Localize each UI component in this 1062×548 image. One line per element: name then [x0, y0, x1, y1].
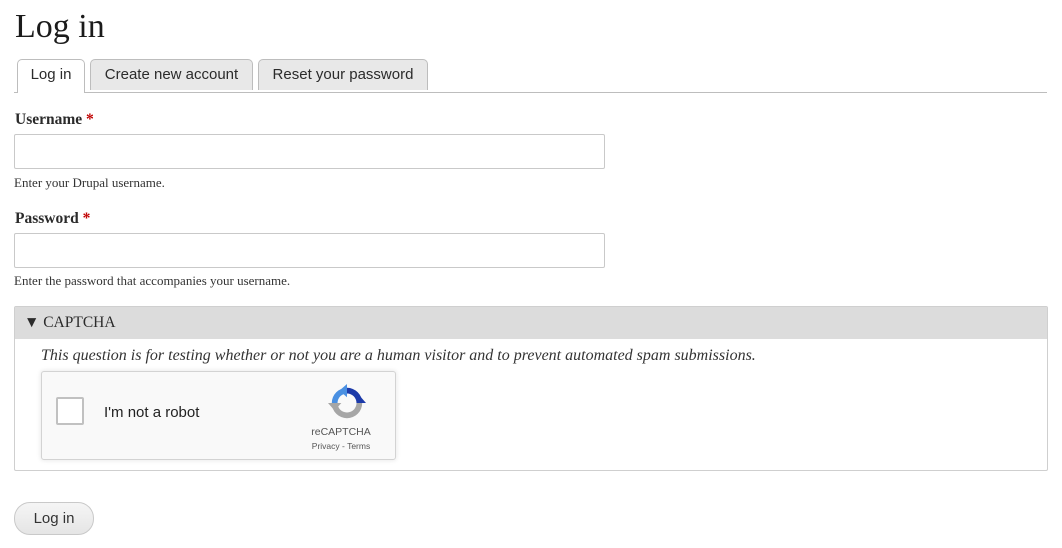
- password-required-marker: *: [82, 210, 91, 227]
- username-input[interactable]: [14, 134, 605, 169]
- tab-create-new-account[interactable]: Create new account: [90, 59, 253, 90]
- page-title: Log in: [15, 8, 105, 45]
- password-input[interactable]: [14, 233, 605, 268]
- captcha-description: This question is for testing whether or …: [41, 347, 756, 364]
- recaptcha-links-separator: -: [339, 441, 348, 451]
- captcha-toggle[interactable]: ▼ CAPTCHA: [15, 307, 1047, 339]
- recaptcha-widget: I'm not a robot reCAPTCHA Privacy - Term…: [41, 371, 396, 460]
- username-label: Username *: [15, 111, 94, 129]
- log-in-button[interactable]: Log in: [14, 502, 94, 535]
- username-help: Enter your Drupal username.: [14, 175, 165, 190]
- recaptcha-privacy-link[interactable]: Privacy: [312, 441, 340, 451]
- password-label: Password *: [15, 210, 90, 228]
- recaptcha-brand: reCAPTCHA: [311, 426, 371, 438]
- recaptcha-logo-icon: [328, 384, 366, 419]
- username-label-text: Username: [15, 111, 83, 128]
- recaptcha-checkbox-label: I'm not a robot: [104, 404, 200, 421]
- recaptcha-checkbox[interactable]: [56, 397, 84, 425]
- tab-bar: Log in Create new account Reset your pas…: [14, 59, 1047, 93]
- recaptcha-terms-link[interactable]: Terms: [347, 441, 370, 451]
- tab-log-in[interactable]: Log in: [17, 59, 85, 93]
- username-required-marker: *: [86, 111, 94, 128]
- recaptcha-links: Privacy - Terms: [301, 441, 381, 451]
- tab-reset-your-password[interactable]: Reset your password: [258, 59, 428, 90]
- captcha-fieldset: ▼ CAPTCHA This question is for testing w…: [14, 306, 1048, 471]
- password-label-text: Password: [15, 210, 79, 227]
- password-help: Enter the password that accompanies your…: [14, 273, 291, 288]
